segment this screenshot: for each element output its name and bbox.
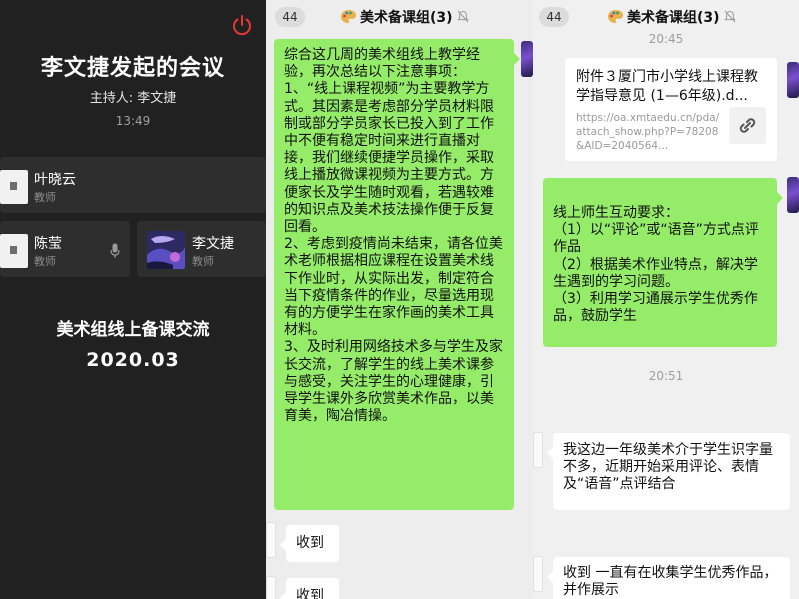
participant-name: 陈莹	[34, 236, 62, 252]
participant-card[interactable]: 叶晓云 教师	[0, 157, 266, 213]
participant-name: 叶晓云	[34, 172, 76, 188]
avatar	[0, 170, 28, 204]
mute-bell-icon	[723, 10, 736, 23]
mute-bell-icon	[456, 10, 469, 23]
avatar[interactable]	[787, 62, 799, 98]
palette-icon	[341, 10, 356, 23]
meeting-topic: 美术组线上备课交流	[56, 320, 210, 340]
meeting-host: 主持人: 李文捷	[89, 91, 177, 106]
unread-badge[interactable]: 44	[275, 7, 305, 27]
meeting-date: 2020.03	[86, 349, 180, 371]
link-button[interactable]	[729, 107, 766, 144]
message-bubble-received[interactable]: 收到	[280, 525, 339, 562]
avatar	[147, 231, 185, 269]
message-bubble-sent[interactable]: 综合这几周的美术组线上教学经验，再次总结以下注意事项： 1、“线上课程视频”为主…	[274, 39, 520, 510]
participant-card[interactable]: 陈莹 教师	[0, 221, 130, 277]
group-title-text: 美术备课组(3)	[627, 10, 720, 26]
avatar[interactable]	[521, 41, 533, 77]
palette-icon	[608, 10, 623, 23]
meeting-title: 李文捷发起的会议	[40, 56, 225, 81]
avatar[interactable]	[533, 432, 543, 468]
avatar	[0, 234, 28, 268]
power-icon[interactable]	[231, 14, 253, 36]
file-url: https://oa.xmtaedu.cn/pda/attach_show.ph…	[576, 112, 720, 152]
timestamp: 20:45	[648, 32, 684, 46]
group-title[interactable]: 美术备课组(3)	[607, 7, 736, 27]
file-name: 附件３厦门市小学线上课程教学指导意见 (1—6年级).d...	[576, 69, 758, 104]
group-title-text: 美术备课组(3)	[360, 10, 453, 26]
chat-header: 44 美术备课组(3)	[533, 0, 799, 34]
avatar[interactable]	[533, 556, 543, 592]
meeting-time: 13:49	[115, 114, 151, 128]
avatar[interactable]	[787, 177, 799, 213]
chat-header: 44 美术备课组(3)	[266, 0, 533, 34]
file-card[interactable]: 附件３厦门市小学线上课程教学指导意见 (1—6年级).d... https://…	[565, 58, 777, 161]
message-bubble-received[interactable]: 我这边一年级美术介于学生识字量不多，近期开始采用评论、表情及“语音”点评结合	[547, 433, 790, 510]
message-bubble-received[interactable]: 收到 一直有在收集学生优秀作品，并作展示	[547, 557, 790, 599]
chat-panel-left: 44 美术备课组(3) 综合这几周的美术组线上教学经验，再次总结以下注意事项： …	[266, 0, 533, 599]
unread-badge[interactable]: 44	[539, 7, 569, 27]
participant-role: 教师	[34, 255, 56, 268]
chat-panel-right: 44 美术备课组(3) 20:45 附件３厦门市小学线上课程教学指导意见 (1—…	[533, 0, 799, 599]
message-bubble-sent[interactable]: 线上师生互动要求： （1）以“评论”或“语音”方式点评作品 （2）根据美术作业特…	[543, 178, 783, 347]
meeting-panel: 李文捷发起的会议 主持人: 李文捷 13:49 叶晓云 教师 陈莹 教师 李文捷…	[0, 0, 266, 599]
microphone-icon	[110, 243, 120, 258]
link-icon	[739, 118, 756, 133]
participant-role: 教师	[34, 191, 56, 204]
participant-name: 李文捷	[192, 236, 234, 252]
participant-role: 教师	[192, 255, 214, 268]
timestamp: 20:51	[648, 369, 684, 383]
message-bubble-received[interactable]: 收到	[280, 578, 339, 599]
avatar[interactable]	[266, 576, 276, 599]
group-title[interactable]: 美术备课组(3)	[340, 7, 469, 27]
participant-card[interactable]: 李文捷 教师	[137, 221, 266, 277]
avatar[interactable]	[266, 522, 276, 558]
